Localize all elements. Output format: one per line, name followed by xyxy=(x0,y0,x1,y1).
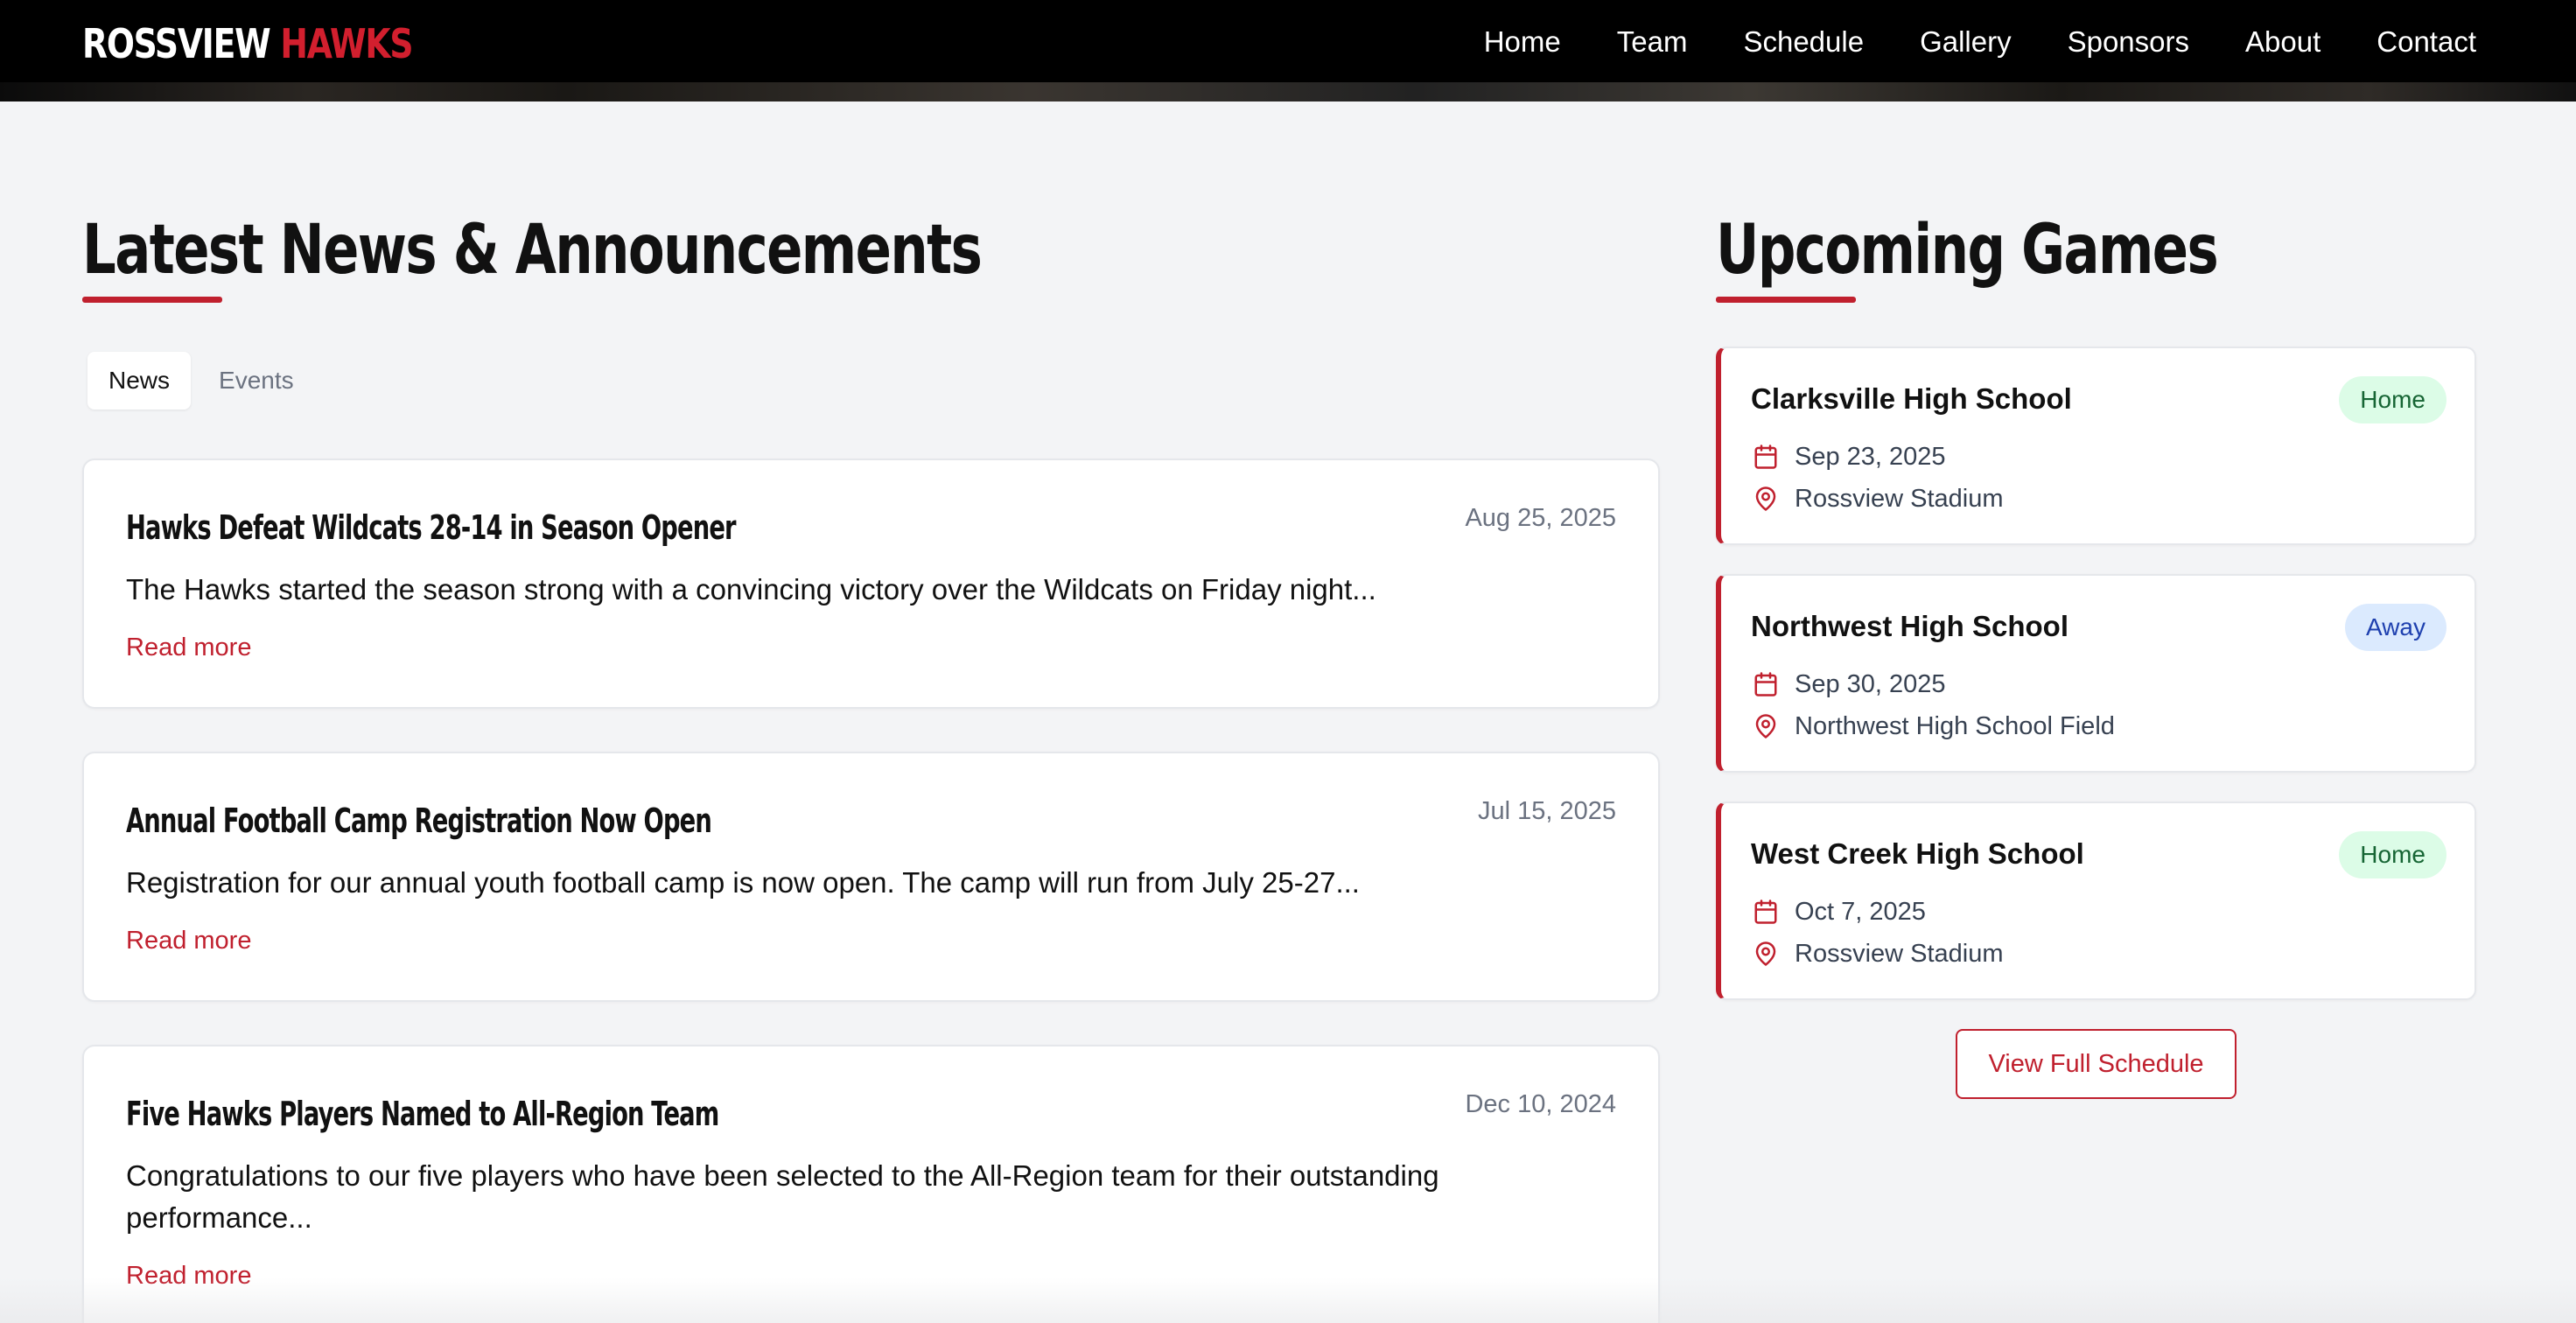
game-location-row: Rossview Stadium xyxy=(1753,481,2004,516)
tab-events[interactable]: Events xyxy=(198,352,315,410)
game-date-row: Sep 30, 2025 xyxy=(1753,667,1946,702)
game-location: Rossview Stadium xyxy=(1795,485,2004,513)
news-date: Dec 10, 2024 xyxy=(1465,1090,1616,1118)
map-pin-icon xyxy=(1755,942,1776,966)
news-section-title: Latest News & Announcements xyxy=(82,211,983,290)
map-pin-icon xyxy=(1755,714,1776,738)
calendar-icon xyxy=(1754,444,1777,469)
news-excerpt: Registration for our annual youth footba… xyxy=(126,866,1360,899)
news-card: Five Hawks Players Named to All-Region T… xyxy=(82,1045,1660,1323)
games-title-underline xyxy=(1716,297,1856,303)
game-location-row: Rossview Stadium xyxy=(1753,936,2004,971)
site-logo[interactable]: ROSSVIEW HAWKS xyxy=(82,19,414,68)
game-date: Oct 7, 2025 xyxy=(1795,898,1926,926)
nav-home[interactable]: Home xyxy=(1484,21,1561,63)
calendar-icon xyxy=(1754,900,1777,924)
game-card[interactable]: Clarksville High School Home Sep 23, 202… xyxy=(1716,346,2476,545)
nav-contact[interactable]: Contact xyxy=(2376,21,2476,63)
news-date: Aug 25, 2025 xyxy=(1465,504,1616,532)
news-title[interactable]: Annual Football Camp Registration Now Op… xyxy=(126,797,712,844)
read-more-link[interactable]: Read more xyxy=(126,630,251,665)
game-date-row: Sep 23, 2025 xyxy=(1753,439,1946,474)
news-date: Jul 15, 2025 xyxy=(1477,797,1616,825)
game-card[interactable]: Northwest High School Away Sep 30, 2025 … xyxy=(1716,574,2476,773)
nav-gallery[interactable]: Gallery xyxy=(1920,21,2012,63)
nav-team[interactable]: Team xyxy=(1617,21,1688,63)
game-opponent: Clarksville High School xyxy=(1751,382,2072,415)
hero-image-strip xyxy=(0,82,2576,102)
news-title[interactable]: Hawks Defeat Wildcats 28-14 in Season Op… xyxy=(126,504,737,551)
news-card: Hawks Defeat Wildcats 28-14 in Season Op… xyxy=(82,458,1660,709)
view-full-schedule-button[interactable]: View Full Schedule xyxy=(1956,1029,2236,1099)
news-excerpt: Congratulations to our five players who … xyxy=(126,1159,1439,1234)
game-location-row: Northwest High School Field xyxy=(1753,709,2115,744)
game-location: Northwest High School Field xyxy=(1795,712,2115,740)
site-navbar: ROSSVIEW HAWKS Home Team Schedule Galler… xyxy=(0,0,2576,102)
news-card: Annual Football Camp Registration Now Op… xyxy=(82,752,1660,1002)
game-opponent: Northwest High School xyxy=(1751,610,2068,642)
nav-schedule[interactable]: Schedule xyxy=(1743,21,1864,63)
home-badge: Home xyxy=(2339,831,2446,878)
logo-text-rossview: ROSSVIEW xyxy=(82,20,271,67)
game-date-row: Oct 7, 2025 xyxy=(1753,894,1926,929)
game-opponent: West Creek High School xyxy=(1751,837,2084,870)
news-title-underline xyxy=(82,297,222,303)
tab-news[interactable]: News xyxy=(88,352,192,410)
news-title[interactable]: Five Hawks Players Named to All-Region T… xyxy=(126,1090,719,1138)
game-date: Sep 23, 2025 xyxy=(1795,443,1946,471)
game-date: Sep 30, 2025 xyxy=(1795,670,1946,698)
game-location: Rossview Stadium xyxy=(1795,940,2004,968)
read-more-link[interactable]: Read more xyxy=(126,1258,251,1293)
nav-sponsors[interactable]: Sponsors xyxy=(2068,21,2189,63)
logo-text-hawks: HAWKS xyxy=(280,20,413,67)
away-badge: Away xyxy=(2345,604,2446,651)
games-section-title: Upcoming Games xyxy=(1716,211,2219,290)
main-nav: Home Team Schedule Gallery Sponsors Abou… xyxy=(1484,21,2476,63)
nav-about[interactable]: About xyxy=(2245,21,2320,63)
home-badge: Home xyxy=(2339,376,2446,424)
map-pin-icon xyxy=(1755,486,1776,511)
read-more-link[interactable]: Read more xyxy=(126,923,251,958)
game-card[interactable]: West Creek High School Home Oct 7, 2025 … xyxy=(1716,802,2476,1000)
news-tabs: News Events xyxy=(88,352,315,410)
calendar-icon xyxy=(1754,672,1777,696)
news-excerpt: The Hawks started the season strong with… xyxy=(126,573,1376,606)
